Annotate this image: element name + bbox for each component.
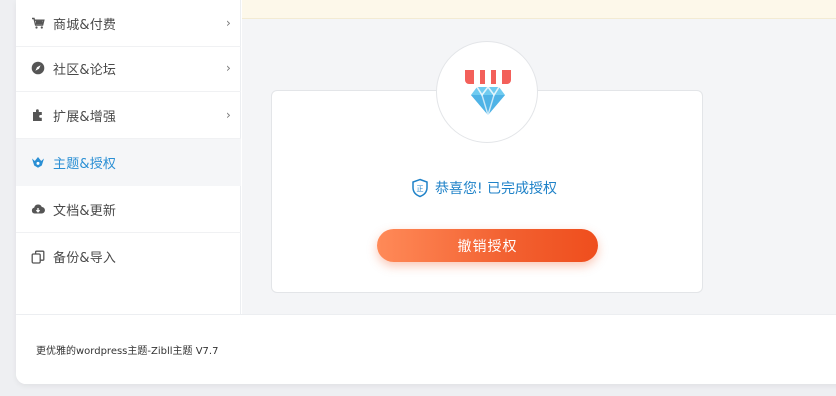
sidebar-item-community[interactable]: 社区&论坛 › <box>16 45 241 92</box>
revoke-license-button[interactable]: 撤销授权 <box>377 229 598 262</box>
cloud-download-icon <box>31 202 45 216</box>
sidebar-item-shop[interactable]: 商城&付费 › <box>16 0 241 47</box>
sidebar-item-label: 主题&授权 <box>53 156 117 172</box>
license-card: 正 恭喜您! 已完成授权 撤销授权 <box>271 41 703 293</box>
svg-text:正: 正 <box>417 185 424 193</box>
theme-icon <box>31 155 45 169</box>
sidebar: 商城&付费 › 社区&论坛 › 扩展&增强 › 主题&授权 文档&更新 备份&导… <box>16 0 241 314</box>
sidebar-item-label: 扩展&增强 <box>53 109 117 125</box>
chevron-right-icon: › <box>226 61 231 75</box>
footer-version-text: 更优雅的wordpress主题-Zibll主题 V7.7 <box>36 346 219 357</box>
sidebar-item-label: 社区&论坛 <box>53 62 117 78</box>
sidebar-item-label: 文档&更新 <box>53 203 117 219</box>
sidebar-item-label: 商城&付费 <box>53 17 117 33</box>
diamond-shop-icon <box>465 70 511 118</box>
sidebar-item-backup-import[interactable]: 备份&导入 <box>16 233 241 280</box>
puzzle-icon <box>31 108 45 122</box>
chevron-right-icon: › <box>226 108 231 122</box>
footer: 更优雅的wordpress主题-Zibll主题 V7.7 <box>16 314 836 384</box>
sidebar-item-docs-updates[interactable]: 文档&更新 <box>16 186 241 233</box>
license-status: 正 恭喜您! 已完成授权 <box>410 177 557 199</box>
compass-icon <box>31 61 45 75</box>
sidebar-item-theme-license[interactable]: 主题&授权 <box>16 139 241 186</box>
chevron-right-icon: › <box>226 16 231 30</box>
copy-icon <box>31 250 45 264</box>
notice-bar <box>242 0 836 19</box>
settings-panel: 商城&付费 › 社区&论坛 › 扩展&增强 › 主题&授权 文档&更新 备份&导… <box>16 0 836 384</box>
license-badge <box>436 41 538 143</box>
main-content: 正 恭喜您! 已完成授权 撤销授权 <box>242 0 836 314</box>
license-status-text: 恭喜您! 已完成授权 <box>435 181 558 197</box>
sidebar-item-extensions[interactable]: 扩展&增强 › <box>16 92 241 139</box>
sidebar-item-label: 备份&导入 <box>53 251 117 266</box>
cart-icon <box>31 16 45 30</box>
shield-check-icon: 正 <box>412 178 428 198</box>
